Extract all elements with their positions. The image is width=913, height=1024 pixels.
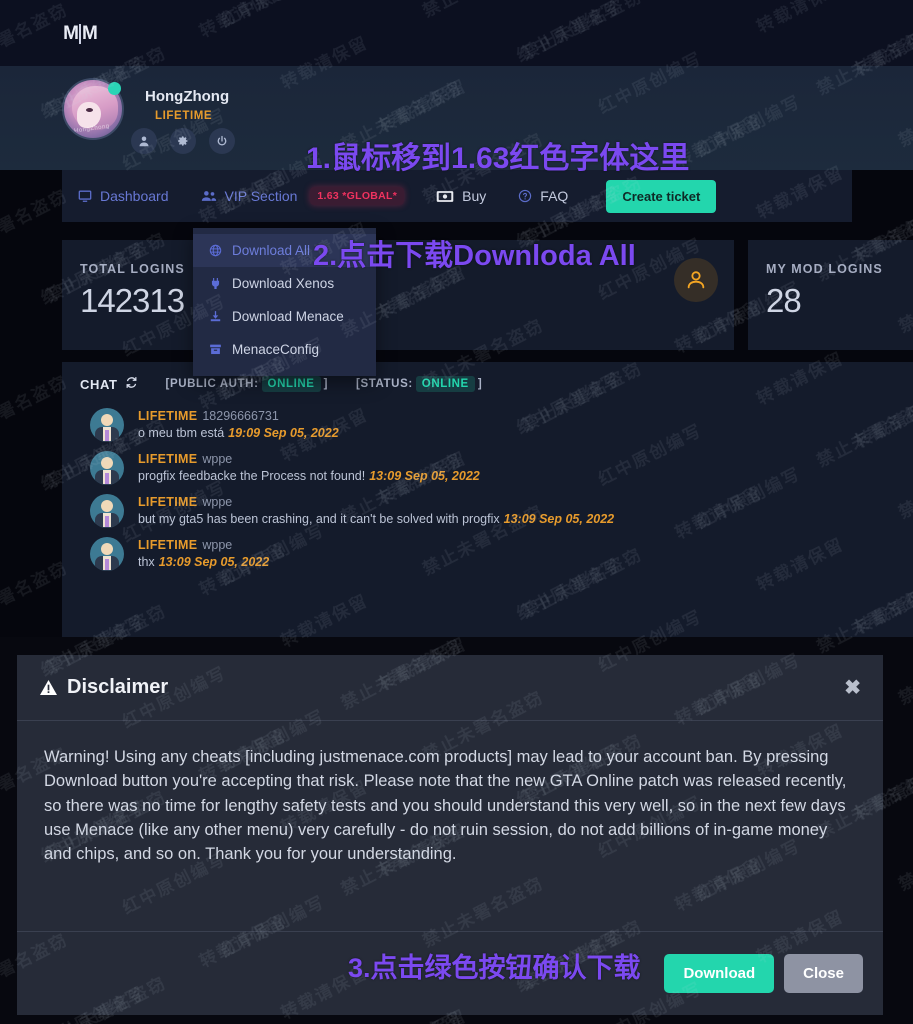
nav-item-faq[interactable]: FAQ xyxy=(502,170,584,222)
message-time: 13:09 Sep 05, 2022 xyxy=(158,555,270,569)
money-icon xyxy=(436,190,454,203)
chat-panel: CHAT [PUBLIC AUTH: ONLINE] [STATUS: ONLINE… xyxy=(62,362,913,637)
annotation-step-1: 1.鼠标移到1.63红色字体这里 xyxy=(306,142,690,175)
version-badge[interactable]: 1.63 *GLOBAL* xyxy=(310,187,405,205)
dropdown-label-download-menace: Download Menace xyxy=(232,309,344,324)
top-bar: M M xyxy=(0,0,913,66)
message-text: progfix feedbacke the Process not found! xyxy=(138,469,366,483)
profile-action-buttons xyxy=(131,128,235,154)
download-icon xyxy=(207,310,223,323)
status-close: ] xyxy=(477,378,483,390)
stat-value-total-logins: 142313 xyxy=(80,282,185,319)
message-time: 19:09 Sep 05, 2022 xyxy=(228,426,339,440)
chat-title: CHAT xyxy=(80,376,118,392)
chat-message: LIFETIME wppe thx 13:09 Sep 05, 2022 xyxy=(90,537,913,571)
dropdown-item-download-menace[interactable]: Download Menace xyxy=(193,300,376,333)
nav-label-faq: FAQ xyxy=(540,188,569,204)
public-auth-close: ] xyxy=(323,378,329,390)
stat-value-my-mod-logins: 28 xyxy=(766,282,802,319)
public-auth-status: [PUBLIC AUTH: ONLINE] xyxy=(165,376,329,392)
message-text: but my gta5 has been crashing, and it ca… xyxy=(138,512,500,526)
power-icon[interactable] xyxy=(209,128,235,154)
main-nav: Dashboard VIP Section 1.63 *GLOBAL* Buy … xyxy=(62,170,852,222)
avatar xyxy=(90,408,124,442)
message-tier: LIFETIME xyxy=(138,409,198,423)
globe-icon xyxy=(207,244,223,257)
logo-divider-icon xyxy=(79,24,81,44)
dropdown-label-download-all: Download All xyxy=(232,243,311,258)
message-user: 18296666731 xyxy=(202,409,279,423)
annotation-step-2: 2.点击下载Downloda All xyxy=(313,240,636,272)
close-icon[interactable]: ✖ xyxy=(844,675,861,700)
nav-label-buy: Buy xyxy=(462,188,487,204)
status-value: ONLINE xyxy=(415,376,475,392)
users-icon xyxy=(201,189,217,203)
warning-triangle-icon xyxy=(39,679,58,696)
online-status-dot xyxy=(108,82,121,95)
annotation-step-3: 3.点击绿色按钮确认下载 xyxy=(348,953,641,983)
message-tier: LIFETIME xyxy=(138,452,198,466)
download-button[interactable]: Download xyxy=(664,954,775,993)
dropdown-item-menaceconfig[interactable]: MenaceConfig xyxy=(193,333,376,366)
message-time: 13:09 Sep 05, 2022 xyxy=(369,469,480,483)
logo-left-letter: M xyxy=(63,23,79,44)
stat-title-my-mod-logins: MY MOD LOGINS xyxy=(766,262,883,276)
message-tier: LIFETIME xyxy=(138,538,198,552)
profile-username: HongZhong xyxy=(145,88,230,105)
logo-right-letter: M xyxy=(82,23,98,44)
chat-message: LIFETIME 18296666731 o meu tbm está 19:09 … xyxy=(90,408,913,442)
chat-message: LIFETIME wppe progfix feedbacke the Proce… xyxy=(90,451,913,485)
message-time: 13:09 Sep 05, 2022 xyxy=(503,512,615,526)
monitor-icon xyxy=(78,189,92,203)
nav-item-vip-section[interactable]: VIP Section 1.63 *GLOBAL* xyxy=(185,170,421,222)
dropdown-label-menaceconfig: MenaceConfig xyxy=(232,342,320,357)
account-icon[interactable] xyxy=(131,128,157,154)
page-root: M M HongZhong HongZhong LIFETIME Dashboa… xyxy=(0,0,913,1024)
message-text: o meu tbm está xyxy=(138,426,225,440)
brand-logo[interactable]: M M xyxy=(62,18,98,50)
message-text: thx xyxy=(138,555,155,569)
nav-item-dashboard[interactable]: Dashboard xyxy=(62,170,185,222)
create-ticket-button[interactable]: Create ticket xyxy=(606,179,717,213)
stat-title-total-logins: TOTAL LOGINS xyxy=(80,262,185,276)
mod-user-icon xyxy=(674,258,718,302)
plug-icon xyxy=(207,277,223,290)
service-status: [STATUS: ONLINE] xyxy=(356,376,483,392)
refresh-icon[interactable] xyxy=(125,376,138,392)
avatar xyxy=(90,537,124,571)
close-button[interactable]: Close xyxy=(784,954,863,993)
public-auth-label: [PUBLIC AUTH: xyxy=(165,378,259,390)
dropdown-label-download-xenos: Download Xenos xyxy=(232,276,335,291)
message-tier: LIFETIME xyxy=(138,495,198,509)
modal-body-text: Warning! Using any cheats [including jus… xyxy=(44,748,847,863)
nav-item-buy[interactable]: Buy xyxy=(420,170,502,222)
message-user: wppe xyxy=(202,538,233,552)
archive-icon xyxy=(207,343,223,356)
stat-card-my-mod-logins: MY MOD LOGINS 28 xyxy=(748,240,913,350)
avatar xyxy=(90,451,124,485)
gear-icon[interactable] xyxy=(170,128,196,154)
modal-header: Disclaimer ✖ xyxy=(17,655,883,721)
status-label: [STATUS: xyxy=(356,378,413,390)
message-user: wppe xyxy=(202,495,233,509)
avatar-eye xyxy=(86,108,93,112)
chat-header: CHAT [PUBLIC AUTH: ONLINE] [STATUS: ONLINE… xyxy=(62,362,913,392)
modal-title: Disclaimer xyxy=(67,676,169,698)
nav-label-dashboard: Dashboard xyxy=(100,188,169,204)
message-user: wppe xyxy=(202,452,233,466)
avatar xyxy=(90,494,124,528)
public-auth-value: ONLINE xyxy=(261,376,321,392)
profile-tier: LIFETIME xyxy=(155,110,213,122)
chat-message: LIFETIME wppe but my gta5 has been crashi… xyxy=(90,494,913,528)
nav-label-vip-section: VIP Section xyxy=(224,188,298,204)
chat-message-list: LIFETIME 18296666731 o meu tbm está 19:09 … xyxy=(62,392,913,571)
question-circle-icon xyxy=(518,189,532,203)
